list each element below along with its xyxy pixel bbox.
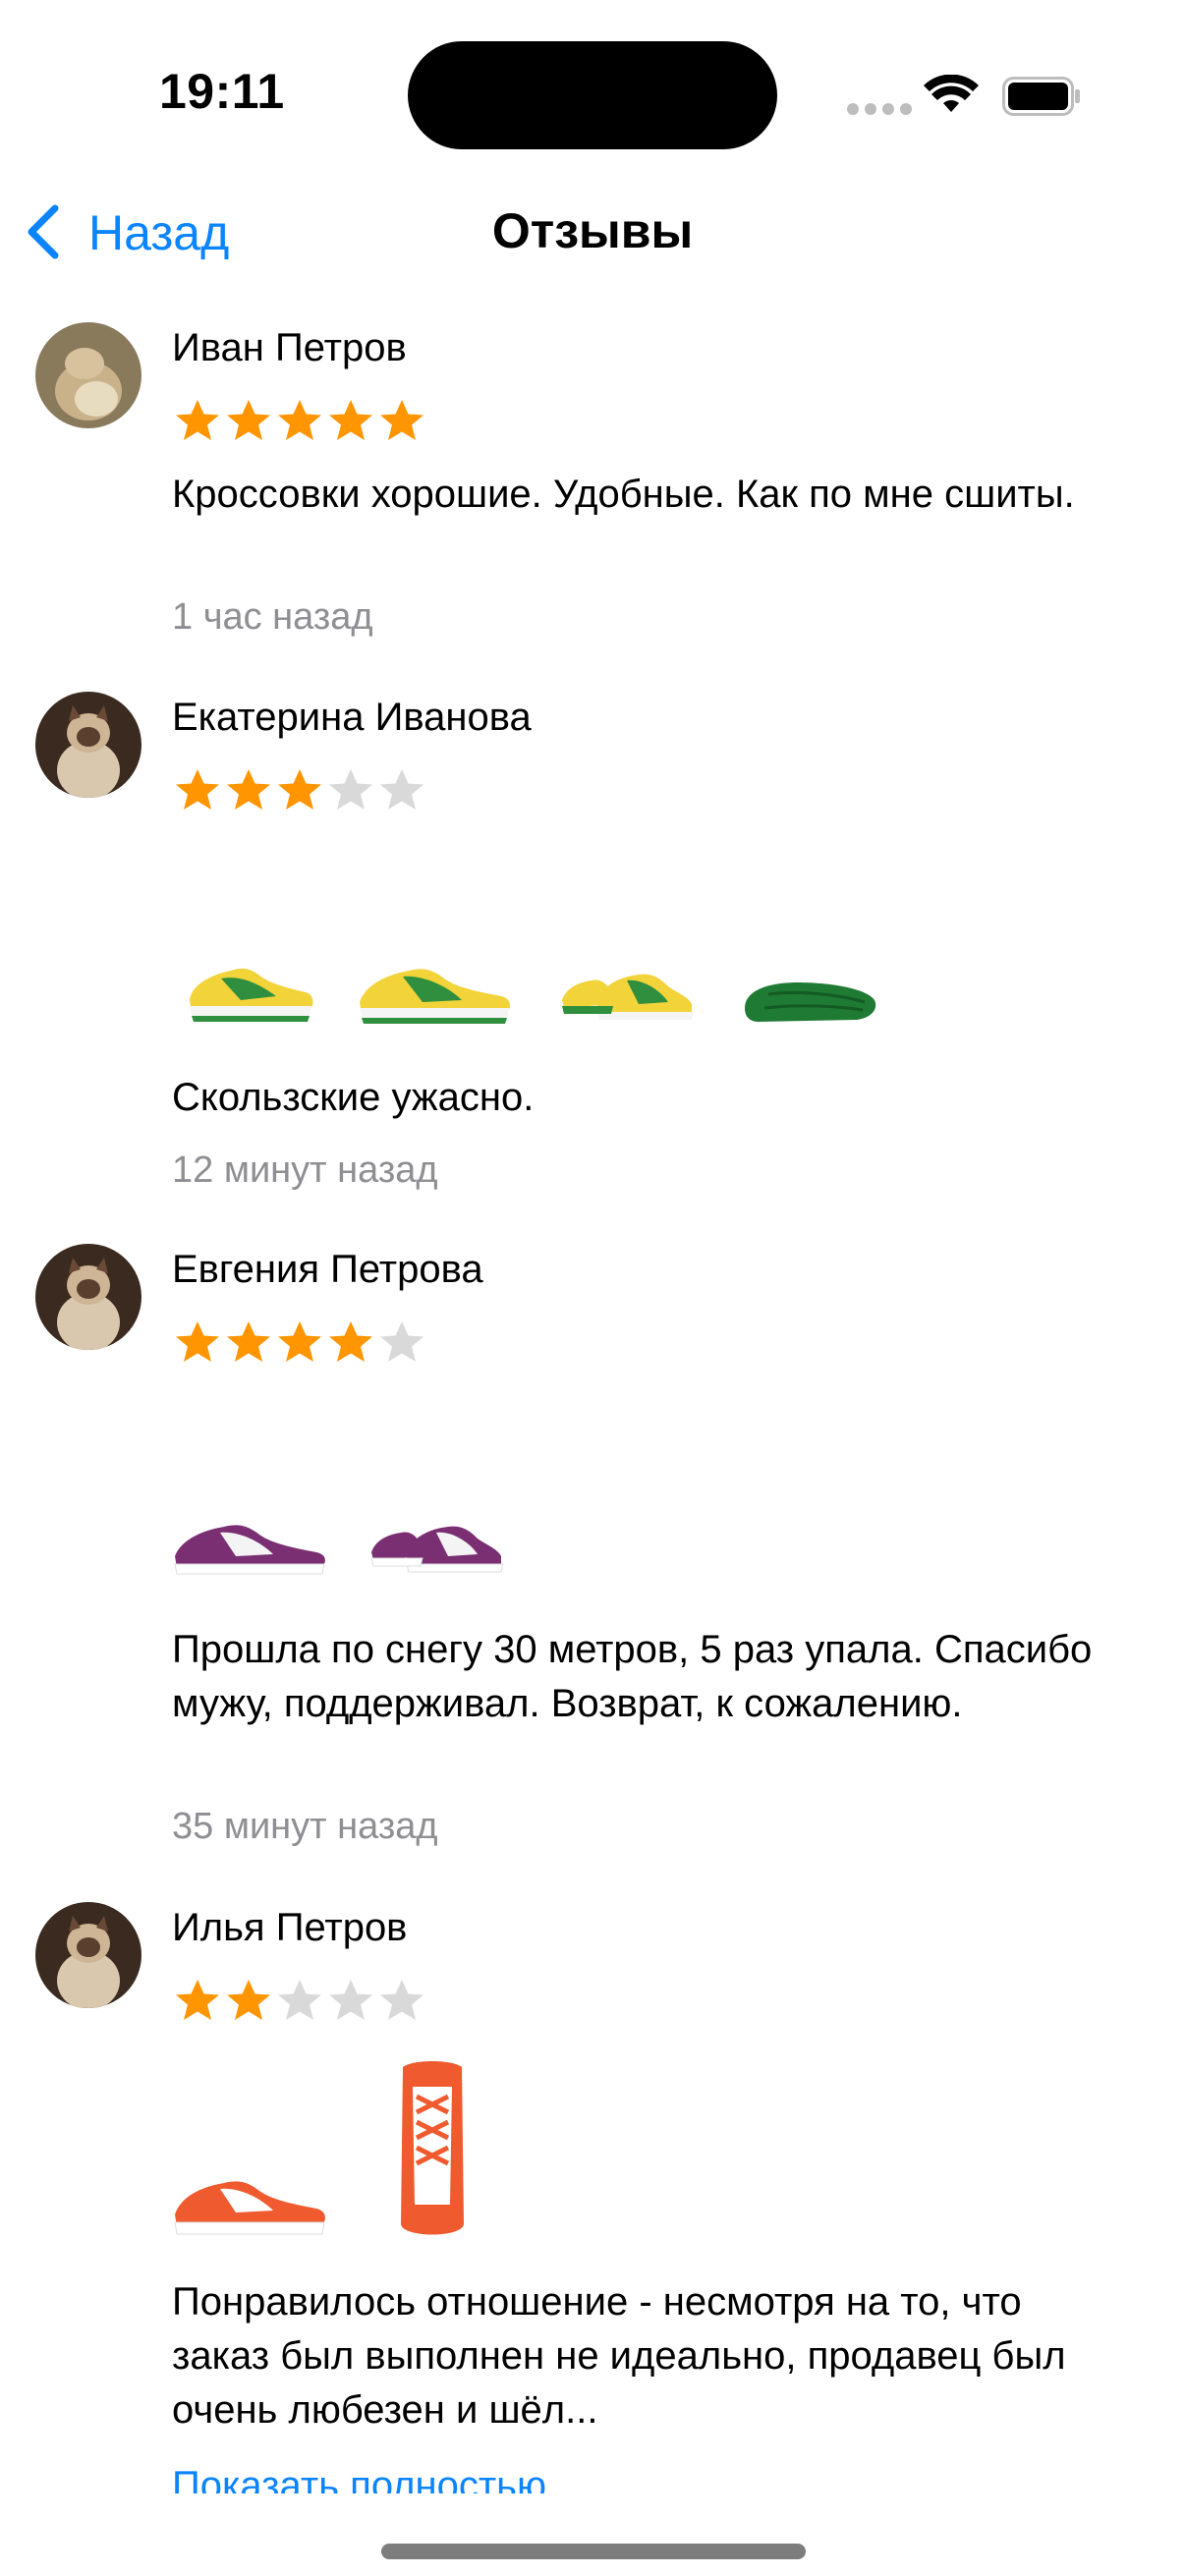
star-empty-icon [325,766,376,813]
review-text: Прошла по снегу 30 метров, 5 раз упала. … [172,1628,1093,1725]
cellular-signal-icon [847,102,918,120]
review-text: Скользские ужасно. [172,1076,535,1119]
review-photo[interactable] [393,2057,472,2242]
star-empty-icon [376,1318,427,1366]
star-empty-icon [376,766,427,813]
star-filled-icon [274,397,325,444]
back-button[interactable]: Назад [88,204,229,261]
review-photo[interactable] [367,1513,505,1580]
wifi-icon [924,75,979,112]
star-filled-icon [223,1977,274,2024]
review-photo[interactable] [354,947,517,1028]
star-filled-icon [223,397,274,444]
review-time: 12 минут назад [172,1149,438,1191]
reviewer-name: Евгения Петрова [172,1248,483,1291]
star-filled-icon [172,397,223,444]
review-text: Кроссовки хорошие. Удобные. Как по мне с… [172,473,1075,516]
avatar [35,1244,141,1350]
star-filled-icon [172,1977,223,2024]
star-filled-icon [172,766,223,813]
review-photo[interactable] [171,1511,334,1580]
star-rating [172,397,427,444]
status-time: 19:11 [159,64,285,119]
review-photo[interactable] [171,2165,334,2240]
star-filled-icon [376,397,427,444]
star-filled-icon [274,1318,325,1366]
avatar [35,1902,141,2008]
review-time: 1 час назад [172,596,373,638]
review-photo[interactable] [558,961,696,1028]
review-time: 35 минут назад [172,1806,438,1847]
star-empty-icon [376,1977,427,2024]
review-photo[interactable] [182,945,319,1026]
avatar [35,322,141,428]
chevron-left-icon[interactable] [22,202,61,261]
star-rating [172,1318,427,1366]
dynamic-island [408,41,777,149]
review-text: Понравилось отношение - несмотря на то, … [172,2280,1066,2432]
reviewer-name: Илья Петров [172,1906,408,1949]
star-filled-icon [172,1318,223,1366]
star-empty-icon [274,1977,325,2024]
home-indicator [381,2544,806,2559]
reviewer-name: Иван Петров [172,326,407,369]
review-photo[interactable] [739,975,880,1030]
star-filled-icon [274,766,325,813]
star-empty-icon [325,1977,376,2024]
star-filled-icon [223,1318,274,1366]
star-rating [172,766,427,813]
avatar [35,692,141,798]
star-filled-icon [223,766,274,813]
star-filled-icon [325,1318,376,1366]
star-rating [172,1977,427,2024]
star-filled-icon [325,397,376,444]
reviewer-name: Екатерина Иванова [172,696,532,739]
battery-icon [1002,77,1080,116]
show-more-link[interactable]: Показать полностью [172,2464,546,2493]
